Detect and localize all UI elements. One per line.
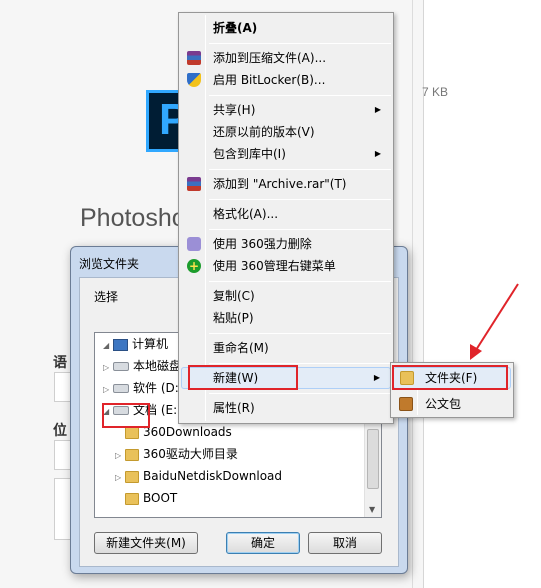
annotation-arrow — [470, 283, 519, 360]
arrow-head — [470, 344, 482, 360]
arrow-shaft — [475, 283, 519, 351]
